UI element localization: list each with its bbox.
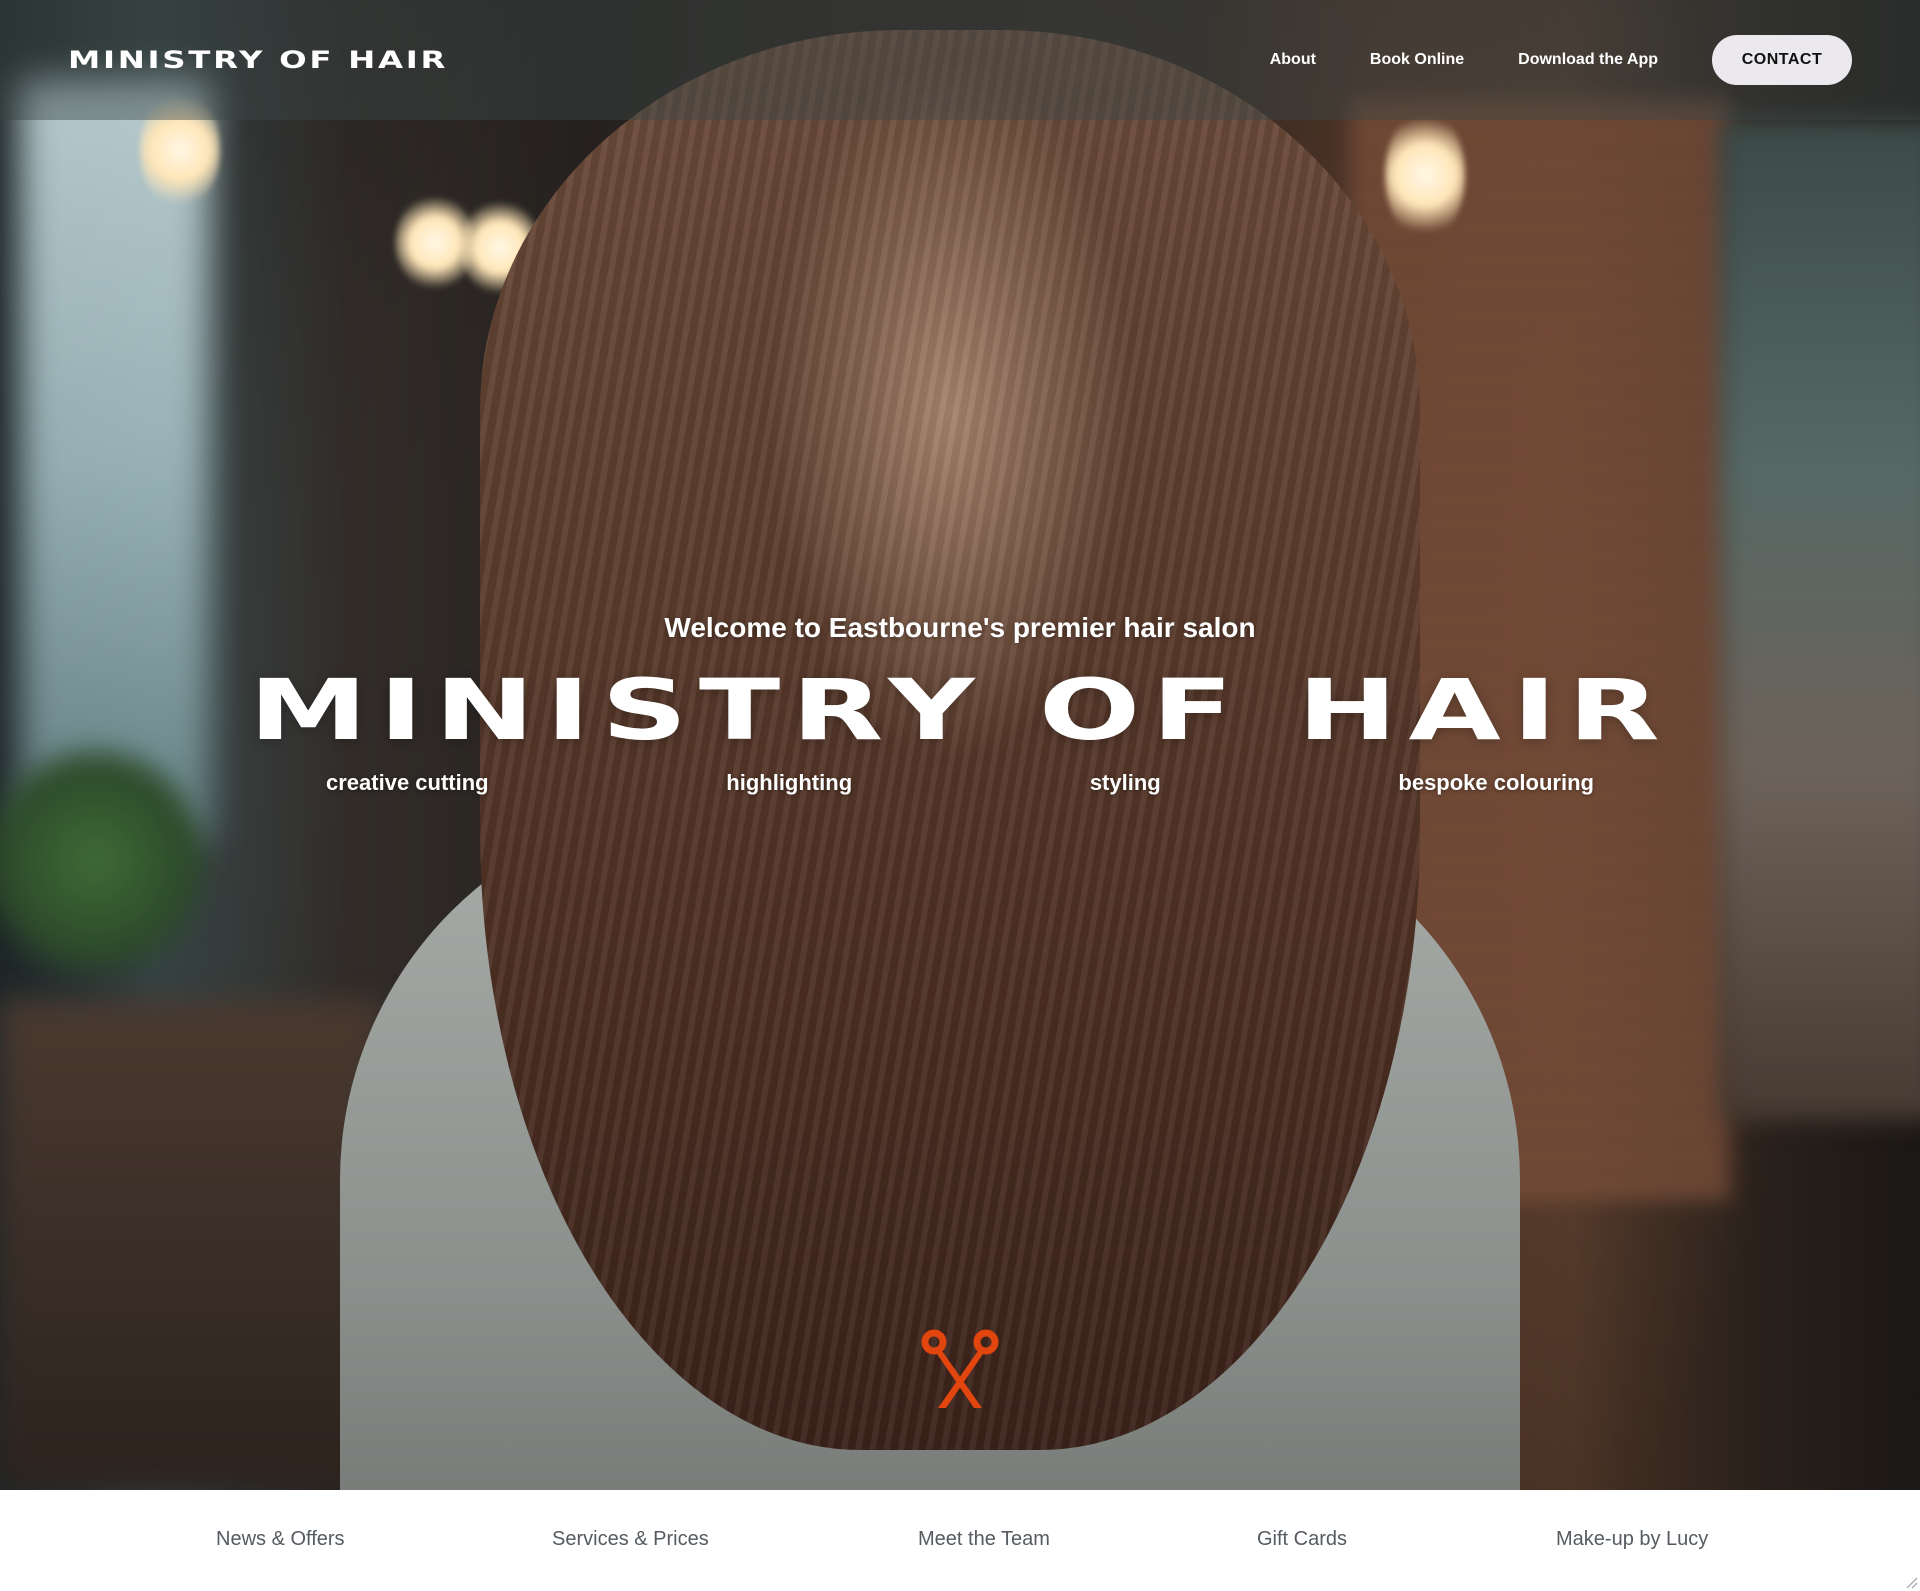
service-styling: styling — [1089, 770, 1161, 795]
resize-grip-icon[interactable] — [1904, 1575, 1918, 1589]
contact-button[interactable]: CONTACT — [1712, 35, 1852, 85]
background-counter — [0, 1000, 380, 1490]
subnav-gift-cards[interactable]: Gift Cards — [1257, 1528, 1347, 1551]
hero-tagline: Welcome to Eastbourne's premier hair sal… — [664, 612, 1256, 643]
main-nav: About Book Online Download the App CONTA… — [1216, 34, 1852, 86]
hero-services-list: creative cutting highlighting styling be… — [326, 770, 1594, 796]
service-creative-cutting: creative cutting — [326, 770, 489, 795]
service-highlighting: highlighting — [726, 770, 853, 795]
subnav-make-up-by-lucy[interactable]: Make-up by Lucy — [1556, 1528, 1708, 1551]
nav-book-online[interactable]: Book Online — [1370, 51, 1464, 69]
pendant-lamp — [1385, 110, 1465, 240]
site-header: MINISTRY OF HAIR About Book Online Downl… — [0, 0, 1920, 120]
site-logo[interactable]: MINISTRY OF HAIR — [68, 46, 448, 74]
hero-title: MINISTRY OF HAIR — [248, 661, 1672, 759]
nav-about[interactable]: About — [1270, 51, 1316, 69]
scissors-icon[interactable] — [920, 1328, 1000, 1410]
secondary-nav: News & Offers Services & Prices Meet the… — [0, 1490, 1920, 1591]
nav-download-app[interactable]: Download the App — [1518, 51, 1658, 69]
service-bespoke-colouring: bespoke colouring — [1398, 770, 1594, 795]
subnav-news-offers[interactable]: News & Offers — [216, 1528, 345, 1551]
subnav-meet-the-team[interactable]: Meet the Team — [918, 1528, 1050, 1551]
subnav-services-prices[interactable]: Services & Prices — [552, 1528, 709, 1551]
